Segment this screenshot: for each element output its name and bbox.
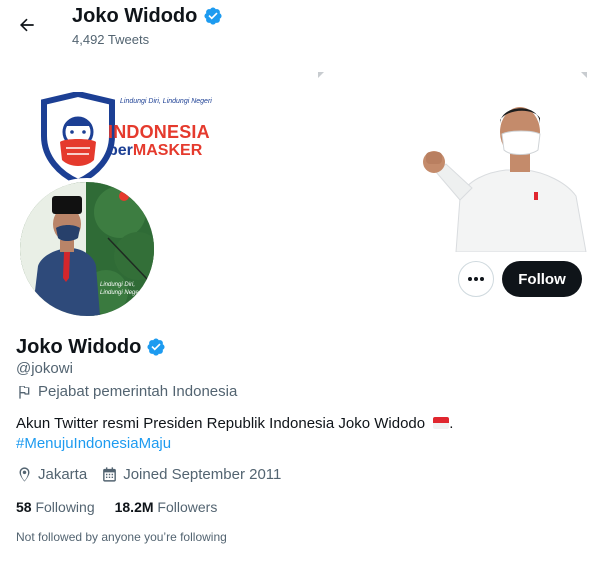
more-icon [468, 277, 484, 281]
top-title-group: Joko Widodo 4,492 Tweets [72, 4, 223, 47]
more-options-button[interactable] [458, 261, 494, 297]
profile-handle: @jokowi [16, 360, 73, 377]
campaign-subtitle-prefix: ber [108, 142, 133, 159]
avatar-overlay-text-2: Lindungi Negeri [100, 290, 143, 296]
followers-label: Followers [157, 499, 218, 515]
profile-bio: Akun Twitter resmi Presiden Republik Ind… [16, 414, 586, 454]
not-followed-notice: Not followed by anyone you’re following [16, 530, 227, 544]
avatar-overlay-text-1: Lindungi Diri, [100, 282, 135, 288]
top-bar: Joko Widodo 4,492 Tweets [0, 0, 601, 56]
flag-icon [19, 384, 30, 399]
followers-count: 18.2M [114, 499, 154, 515]
joined-text: Joined September 2011 [123, 466, 282, 483]
avatar[interactable]: Lindungi Diri, Lindungi Negeri [16, 178, 158, 320]
top-title-row: Joko Widodo [72, 4, 223, 28]
bio-hashtag-link[interactable]: #MenujuIndonesiaMaju [16, 435, 171, 452]
tweet-count: 4,492 Tweets [72, 32, 150, 47]
campaign-tagline: Lindungi Diri, Lindungi Negeri [120, 98, 212, 105]
banner-corner-decoration [318, 72, 324, 78]
profile-meta: Jakarta Joined September 2011 [16, 466, 281, 483]
location-icon [19, 467, 30, 482]
followers-link[interactable]: 18.2M Followers [115, 499, 218, 515]
banner-photo [416, 88, 588, 252]
campaign-subtitle-word: MASKER [132, 142, 203, 159]
back-button[interactable] [10, 8, 44, 42]
bio-suffix: . [449, 415, 454, 432]
joined-item: Joined September 2011 [101, 466, 281, 483]
mask-campaign-logo [41, 92, 115, 184]
profile-category-label: Pejabat pemerintah Indonesia [38, 383, 238, 400]
location-text: Jakarta [38, 466, 88, 483]
profile-name-row: Joko Widodo [16, 335, 166, 359]
follow-button[interactable]: Follow [502, 261, 582, 297]
follow-counts: 58 Following 18.2M Followers [16, 499, 217, 515]
following-count: 58 [16, 499, 32, 515]
following-label: Following [35, 499, 95, 515]
location-item: Jakarta [16, 466, 87, 483]
profile-category: Pejabat pemerintah Indonesia [16, 383, 237, 400]
verified-badge-icon[interactable] [146, 337, 166, 357]
back-arrow-icon [20, 18, 34, 32]
campaign-subtitle: berMASKER [108, 142, 202, 160]
verified-badge-icon [204, 7, 222, 25]
calendar-icon [103, 467, 117, 482]
profile-name: Joko Widodo [16, 336, 142, 358]
campaign-title: INDONESIA [108, 122, 210, 142]
indonesia-flag-icon [433, 417, 450, 429]
avatar-photo: Lindungi Diri, Lindungi Negeri [20, 182, 154, 316]
bio-text: Akun Twitter resmi Presiden Republik Ind… [16, 415, 426, 432]
following-link[interactable]: 58 Following [16, 499, 95, 515]
page-title: Joko Widodo [72, 5, 198, 27]
banner-corner-decoration [581, 72, 587, 78]
